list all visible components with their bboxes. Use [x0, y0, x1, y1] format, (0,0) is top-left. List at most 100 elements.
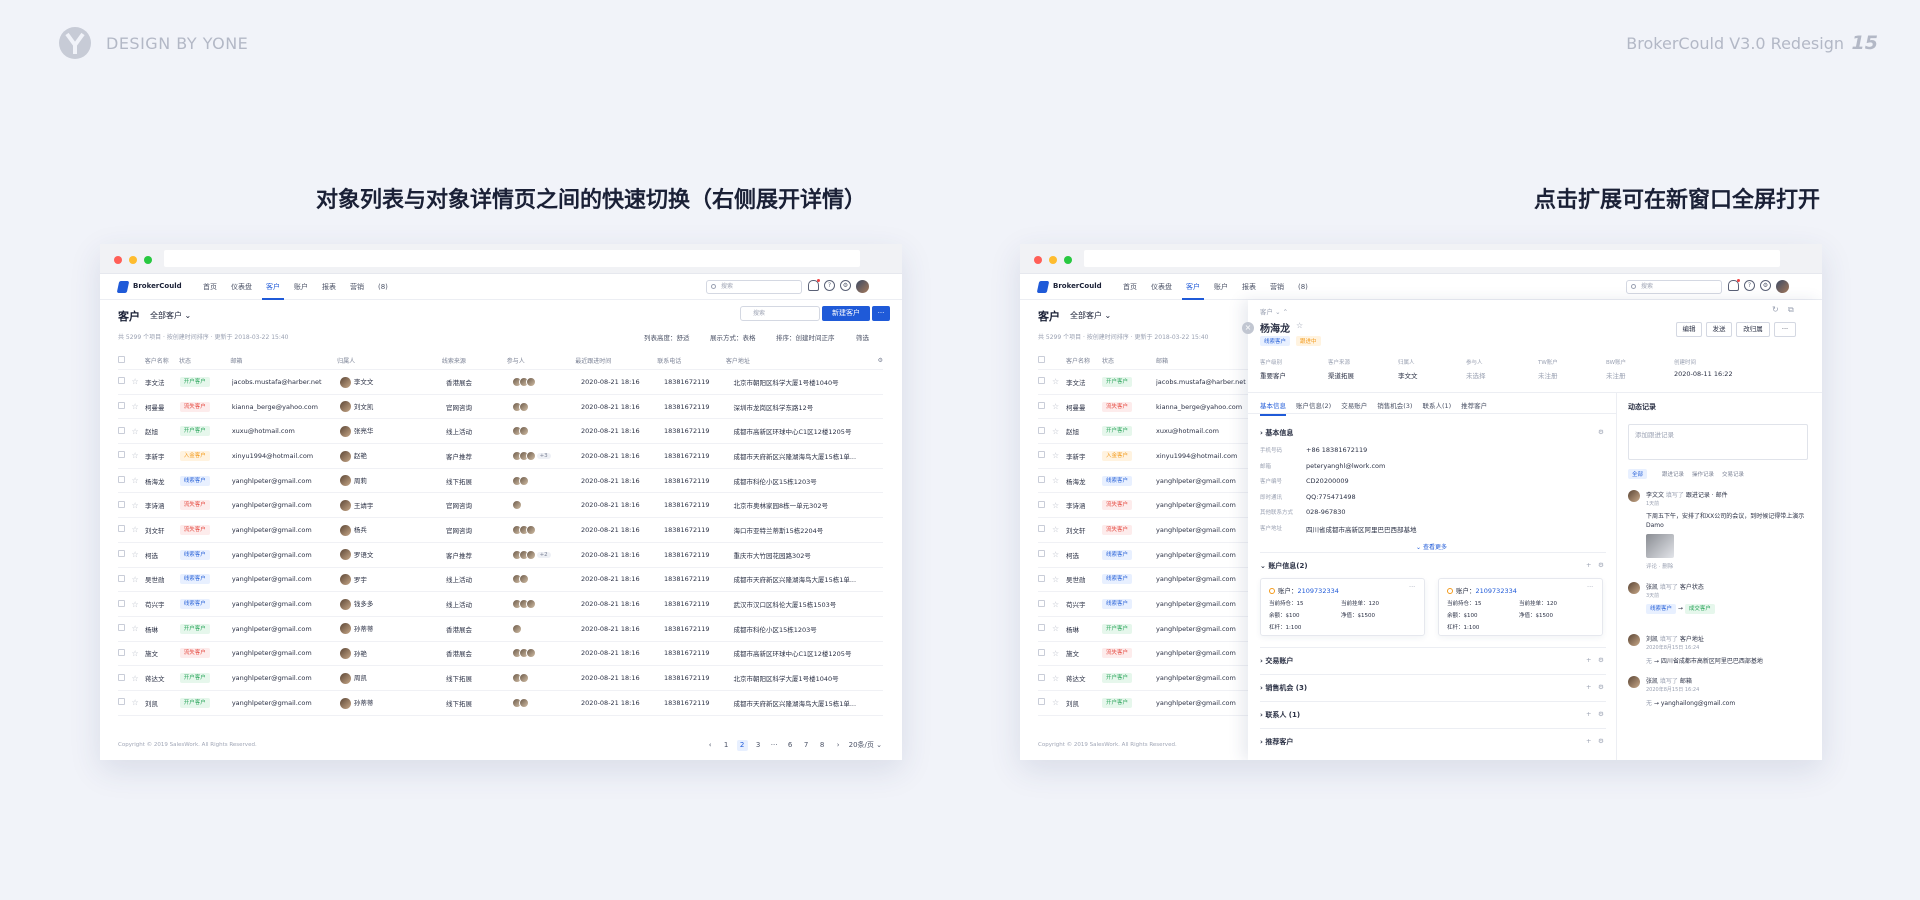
- column-header[interactable]: 线索来源: [442, 356, 507, 365]
- table-row[interactable]: ☆ 李新宇 入金客户 xinyu1994@hotmail.com 赵艳 客户推荐 +3 202…: [118, 444, 883, 469]
- checkbox[interactable]: [118, 355, 125, 363]
- global-search-input[interactable]: 搜索: [706, 280, 802, 294]
- page-button[interactable]: 7: [801, 740, 812, 751]
- row-checkbox[interactable]: [1038, 377, 1045, 385]
- table-row[interactable]: ☆ 柯选 线索客户 yanghlpeter@gmail.com 罗语文 客户推荐 +2 202…: [118, 543, 883, 568]
- gear-icon[interactable]: ⚙: [1760, 280, 1771, 291]
- row-checkbox[interactable]: [118, 377, 125, 385]
- column-header[interactable]: 邮箱: [230, 356, 337, 365]
- row-checkbox[interactable]: [1038, 599, 1045, 607]
- bell-icon[interactable]: [808, 279, 820, 291]
- activity-filter[interactable]: 跟进记录: [1658, 469, 1688, 479]
- detail-tab[interactable]: 推荐客户: [1461, 400, 1487, 410]
- table-row[interactable]: ☆ 刘文轩 流失客户 yanghlpeter@gmail.com 杨兵 官网咨询 2020-…: [118, 518, 883, 543]
- close-window-icon[interactable]: [1034, 256, 1042, 264]
- section-header[interactable]: › 推荐客户: [1260, 737, 1293, 747]
- prev-page-button[interactable]: ‹: [705, 740, 716, 751]
- detail-tab[interactable]: 联系人(1): [1422, 400, 1451, 410]
- star-icon[interactable]: ☆: [132, 575, 146, 584]
- nav-item-customers[interactable]: 客户: [259, 274, 287, 300]
- customer-name[interactable]: 李诗涵: [145, 500, 180, 510]
- star-icon[interactable]: ☆: [132, 624, 146, 633]
- show-more-link[interactable]: ⌄ 查看更多: [1416, 542, 1447, 551]
- expand-fullscreen-icon[interactable]: ⧉: [1788, 305, 1794, 315]
- star-icon[interactable]: ☆: [132, 501, 146, 510]
- table-row[interactable]: ☆ 施文 流失客户 yanghlpeter@gmail.com 孙艳 香港展会 2020-0…: [118, 642, 883, 667]
- nav-item-customers[interactable]: 客户: [1179, 274, 1207, 300]
- customer-name[interactable]: 苟兴宇: [1066, 599, 1102, 609]
- row-checkbox[interactable]: [118, 525, 125, 533]
- accounts-title[interactable]: ⌄ 账户信息(2): [1260, 561, 1308, 571]
- page-button[interactable]: 1: [721, 740, 732, 751]
- new-customer-button[interactable]: 新建客户: [822, 306, 870, 321]
- column-settings-icon[interactable]: ⚙: [874, 357, 883, 364]
- row-checkbox[interactable]: [118, 673, 125, 681]
- customer-name[interactable]: 刘文轩: [1066, 525, 1102, 535]
- row-checkbox[interactable]: [118, 476, 125, 484]
- page-size-select[interactable]: 20条/页 ⌄: [849, 740, 882, 751]
- next-page-button[interactable]: ›: [833, 740, 844, 751]
- star-icon[interactable]: ☆: [1052, 377, 1066, 386]
- customer-name[interactable]: 柯曼曼: [1066, 402, 1102, 412]
- column-header[interactable]: 客户名称: [145, 356, 179, 365]
- section-header[interactable]: › 销售机会 (3): [1260, 683, 1307, 693]
- customer-name[interactable]: 刘凯: [145, 698, 180, 708]
- detail-tab[interactable]: 交易账户: [1341, 400, 1367, 410]
- detail-tab[interactable]: 销售机会(3): [1377, 400, 1412, 410]
- settings-icon[interactable]: ⚙: [1598, 710, 1604, 718]
- nav-item-accounts[interactable]: 账户: [1207, 274, 1235, 300]
- customer-name[interactable]: 柯选: [145, 550, 180, 560]
- customer-name[interactable]: 刘凯: [1066, 698, 1102, 708]
- row-checkbox[interactable]: [1038, 451, 1045, 459]
- settings-icon[interactable]: ⚙: [1598, 656, 1604, 664]
- account-card[interactable]: 账户：2109732334 ··· 当前持仓：15 当前挂单：120 余额：$100 净值…: [1438, 578, 1603, 636]
- nav-item-marketing[interactable]: 营销: [343, 274, 371, 300]
- address-bar[interactable]: [164, 250, 860, 267]
- customer-name[interactable]: 杨琳: [1066, 624, 1102, 634]
- customer-name[interactable]: 施文: [145, 648, 180, 658]
- more-actions-button[interactable]: ···: [1774, 322, 1796, 337]
- more-actions-button[interactable]: ···: [872, 306, 890, 321]
- customer-name[interactable]: 李文法: [145, 377, 180, 387]
- row-checkbox[interactable]: [118, 550, 125, 558]
- column-header[interactable]: 参与人: [507, 356, 576, 365]
- row-checkbox[interactable]: [118, 599, 125, 607]
- nav-item-reports[interactable]: 报表: [1235, 274, 1263, 300]
- add-icon[interactable]: +: [1586, 683, 1591, 691]
- nav-item-marketing[interactable]: 营销: [1263, 274, 1291, 300]
- star-icon[interactable]: ☆: [132, 550, 146, 559]
- star-icon[interactable]: ☆: [1052, 476, 1066, 485]
- star-icon[interactable]: ☆: [1052, 698, 1066, 707]
- star-icon[interactable]: ☆: [1052, 674, 1066, 683]
- star-icon[interactable]: ☆: [132, 476, 146, 485]
- table-row[interactable]: ☆ 李诗涵 流失客户 yanghlpeter@gmail.com 王靖宇 官网咨询 2020…: [118, 493, 883, 519]
- customer-name[interactable]: 杨海龙: [145, 476, 180, 486]
- minimize-window-icon[interactable]: [1049, 256, 1057, 264]
- row-checkbox[interactable]: [118, 500, 125, 508]
- select-all-checkbox[interactable]: [1038, 355, 1052, 365]
- row-checkbox[interactable]: [1038, 426, 1045, 434]
- sort-control[interactable]: 排序：创建时间正序: [776, 332, 835, 342]
- activity-filter[interactable]: 交易记录: [1718, 469, 1748, 479]
- star-icon[interactable]: ☆: [1052, 501, 1066, 510]
- attachment-thumbnail[interactable]: [1646, 534, 1674, 558]
- customer-name[interactable]: 柯选: [1066, 550, 1102, 560]
- row-checkbox[interactable]: [118, 426, 125, 434]
- star-icon[interactable]: ☆: [132, 674, 146, 683]
- row-checkbox[interactable]: [1038, 402, 1045, 410]
- activity-filter[interactable]: 全部: [1628, 469, 1648, 479]
- star-icon[interactable]: ☆: [132, 525, 146, 534]
- maximize-window-icon[interactable]: [144, 256, 152, 264]
- customer-name[interactable]: 柯曼曼: [145, 402, 180, 412]
- add-icon[interactable]: +: [1586, 561, 1591, 569]
- star-icon[interactable]: ☆: [132, 451, 146, 460]
- star-icon[interactable]: ☆: [132, 377, 146, 386]
- column-header[interactable]: 状态: [1102, 356, 1156, 365]
- row-checkbox[interactable]: [118, 648, 125, 656]
- help-icon[interactable]: ?: [1744, 280, 1755, 291]
- bell-icon[interactable]: [1728, 279, 1740, 291]
- star-icon[interactable]: ☆: [132, 402, 146, 411]
- close-window-icon[interactable]: [114, 256, 122, 264]
- minimize-window-icon[interactable]: [129, 256, 137, 264]
- table-row[interactable]: ☆ 蒋达文 开户客户 yanghlpeter@gmail.com 周凯 线下拓展 2020-…: [118, 666, 883, 691]
